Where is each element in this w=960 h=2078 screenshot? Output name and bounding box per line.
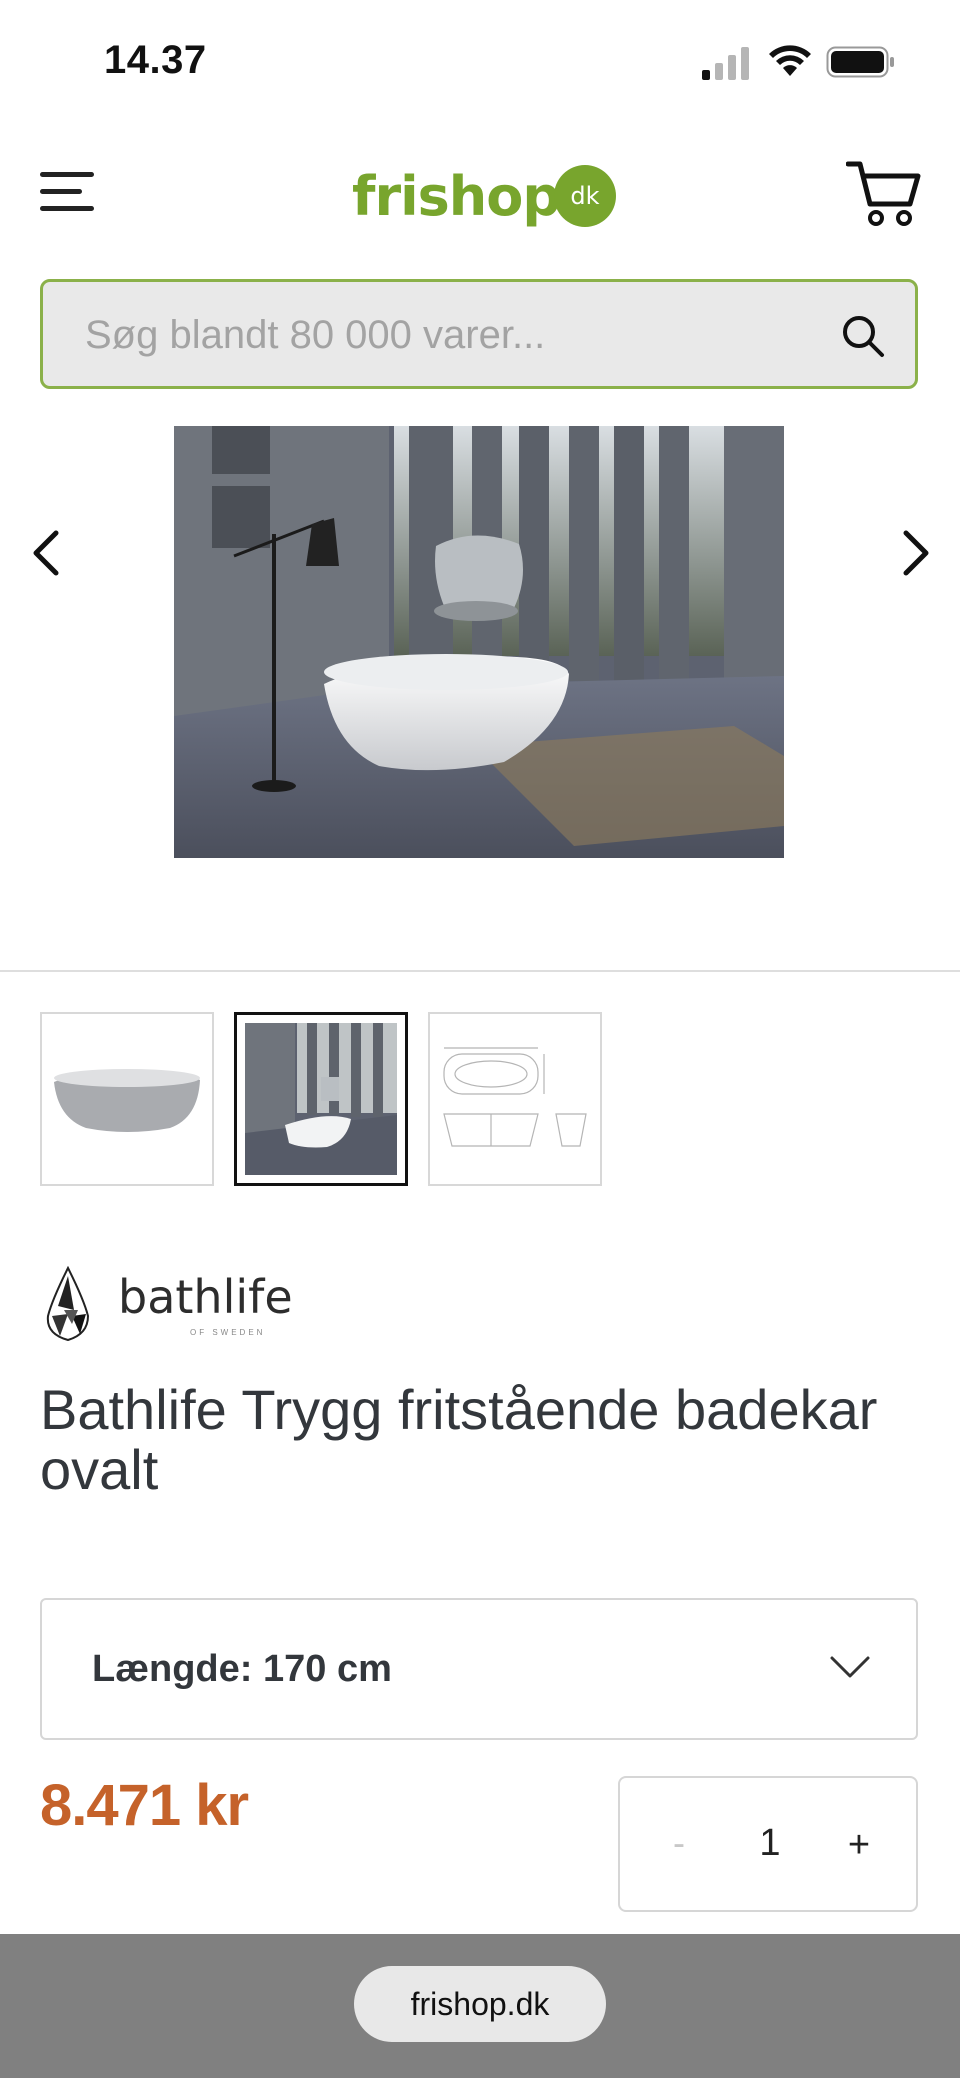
quantity-decrease-button[interactable]: - bbox=[654, 1818, 704, 1868]
product-price: 8.471 kr bbox=[40, 1773, 249, 1838]
browser-bottom-bar: frishop.dk bbox=[0, 1934, 960, 2078]
brand-name: bathlife bbox=[118, 1270, 293, 1324]
hamburger-icon bbox=[40, 172, 94, 177]
quantity-stepper: - 1 + bbox=[618, 1776, 918, 1912]
cellular-signal-icon bbox=[702, 47, 749, 80]
quantity-value[interactable]: 1 bbox=[740, 1818, 800, 1868]
product-main-image[interactable] bbox=[174, 426, 784, 858]
thumbnail-3[interactable] bbox=[428, 1012, 602, 1186]
divider bbox=[0, 970, 960, 972]
thumbnail-bathtub-image bbox=[54, 1069, 200, 1132]
status-time: 14.37 bbox=[104, 38, 207, 82]
product-title: Bathlife Trygg fritstående badekar ovalt bbox=[40, 1378, 878, 1501]
hamburger-icon-line bbox=[40, 206, 94, 211]
cart-icon[interactable] bbox=[846, 158, 924, 230]
search-input[interactable] bbox=[83, 282, 827, 388]
url-bar[interactable]: frishop.dk bbox=[354, 1966, 606, 2042]
menu-button[interactable] bbox=[40, 170, 96, 214]
search-bar bbox=[40, 279, 918, 389]
logo-badge: dk bbox=[553, 165, 616, 227]
search-icon[interactable] bbox=[839, 312, 887, 360]
brand-logo[interactable]: bathlife OF SWEDEN bbox=[44, 1266, 314, 1342]
hamburger-icon-line bbox=[40, 189, 82, 194]
battery-icon bbox=[826, 46, 894, 78]
frishop-logo[interactable]: frishop dk bbox=[352, 162, 616, 230]
chevron-right-icon[interactable] bbox=[896, 528, 936, 578]
chevron-left-icon[interactable] bbox=[26, 528, 66, 578]
chevron-down-icon bbox=[830, 1656, 870, 1678]
wifi-icon bbox=[769, 45, 811, 76]
brand-subtitle: OF SWEDEN bbox=[190, 1328, 266, 1337]
thumbnail-scene-image bbox=[245, 1023, 397, 1175]
length-select[interactable]: Længde: 170 cm bbox=[40, 1598, 918, 1740]
thumbnail-drawing-image bbox=[443, 1047, 587, 1147]
logo-text: frishop bbox=[352, 164, 561, 228]
thumbnail-1[interactable] bbox=[40, 1012, 214, 1186]
length-select-value: Længde: 170 cm bbox=[92, 1648, 392, 1690]
bathlife-drop-icon bbox=[46, 1266, 90, 1342]
quantity-increase-button[interactable]: + bbox=[834, 1818, 884, 1868]
thumbnail-2[interactable] bbox=[234, 1012, 408, 1186]
